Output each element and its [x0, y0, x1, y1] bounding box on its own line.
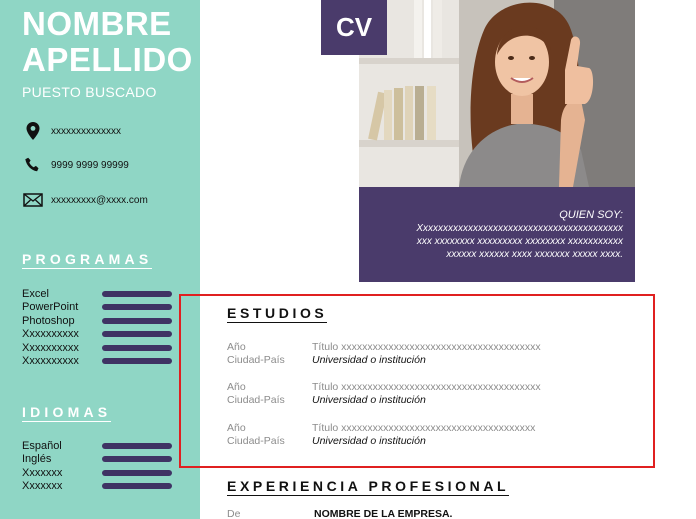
program-item: Xxxxxxxxxx — [22, 341, 172, 355]
contact-email: xxxxxxxxx@xxxx.com — [22, 191, 148, 209]
skill-bar — [102, 304, 172, 311]
program-item: Photoshop — [22, 314, 172, 328]
skill-bar — [102, 290, 172, 297]
location-pin-icon — [22, 122, 44, 140]
program-name: Xxxxxxxxxx — [22, 328, 79, 341]
language-name: Inglés — [22, 453, 52, 466]
contact-address: xxxxxxxxxxxxxx — [22, 122, 121, 140]
phone-icon — [22, 156, 44, 174]
about-me-box: QUIEN SOY: Xxxxxxxxxxxxxxxxxxxxxxxxxxxxx… — [359, 187, 635, 282]
skill-bar — [102, 331, 172, 338]
phone-text: 9999 9999 99999 — [51, 159, 129, 171]
company-name: NOMBRE DE LA EMPRESA. — [314, 508, 453, 519]
email-text: xxxxxxxxx@xxxx.com — [51, 194, 148, 206]
language-name: Xxxxxxx — [22, 466, 63, 479]
job-title: PUESTO BUSCADO — [22, 84, 157, 100]
about-text-line: xxx xxxxxxxx xxxxxxxxx xxxxxxxx xxxxxxxx… — [416, 236, 623, 247]
address-text: xxxxxxxxxxxxxx — [51, 125, 121, 137]
programs-heading: PROGRAMAS — [22, 251, 153, 269]
cv-badge: CV — [321, 0, 387, 55]
program-name: Xxxxxxxxxx — [22, 355, 79, 368]
sidebar: NOMBRE APELLIDO PUESTO BUSCADO xxxxxxxxx… — [0, 0, 200, 519]
experience-heading: EXPERIENCIA PROFESIONAL — [227, 478, 510, 496]
about-text-line: Xxxxxxxxxxxxxxxxxxxxxxxxxxxxxxxxxxxxxxxx… — [416, 223, 623, 234]
skill-bar — [102, 317, 172, 324]
highlight-frame — [179, 294, 655, 468]
language-name: Xxxxxxx — [22, 480, 63, 493]
language-item: Inglés — [22, 453, 172, 467]
envelope-icon — [22, 191, 44, 209]
language-item: Xxxxxxx — [22, 480, 172, 494]
languages-heading: IDIOMAS — [22, 404, 112, 422]
about-heading: QUIEN SOY: — [559, 209, 623, 221]
skill-bar — [102, 358, 172, 365]
about-text-line: xxxxxx xxxxxx xxxx xxxxxxx xxxxx xxxx. — [446, 249, 623, 260]
experience-from-label: De — [227, 508, 241, 519]
skill-bar — [102, 469, 172, 476]
full-name: NOMBRE APELLIDO — [22, 6, 193, 78]
program-item: PowerPoint — [22, 301, 172, 315]
program-name: Photoshop — [22, 314, 75, 327]
language-item: Xxxxxxx — [22, 466, 172, 480]
program-name: Excel — [22, 287, 49, 300]
program-name: Xxxxxxxxxx — [22, 341, 79, 354]
profile-photo — [359, 0, 635, 187]
last-name: APELLIDO — [22, 41, 193, 78]
skill-bar — [102, 456, 172, 463]
skill-bar — [102, 483, 172, 490]
contact-phone: 9999 9999 99999 — [22, 156, 129, 174]
skill-bar — [102, 442, 172, 449]
languages-list: Español Inglés Xxxxxxx Xxxxxxx — [22, 439, 172, 493]
language-item: Español — [22, 439, 172, 453]
program-name: PowerPoint — [22, 301, 79, 314]
program-item: Excel — [22, 287, 172, 301]
language-name: Español — [22, 439, 62, 452]
skill-bar — [102, 344, 172, 351]
program-item: Xxxxxxxxxx — [22, 328, 172, 342]
experience-entry: De NOMBRE DE LA EMPRESA. — [227, 508, 452, 519]
first-name: NOMBRE — [22, 5, 172, 42]
program-item: Xxxxxxxxxx — [22, 355, 172, 369]
programs-list: Excel PowerPoint Photoshop Xxxxxxxxxx Xx… — [22, 287, 172, 368]
